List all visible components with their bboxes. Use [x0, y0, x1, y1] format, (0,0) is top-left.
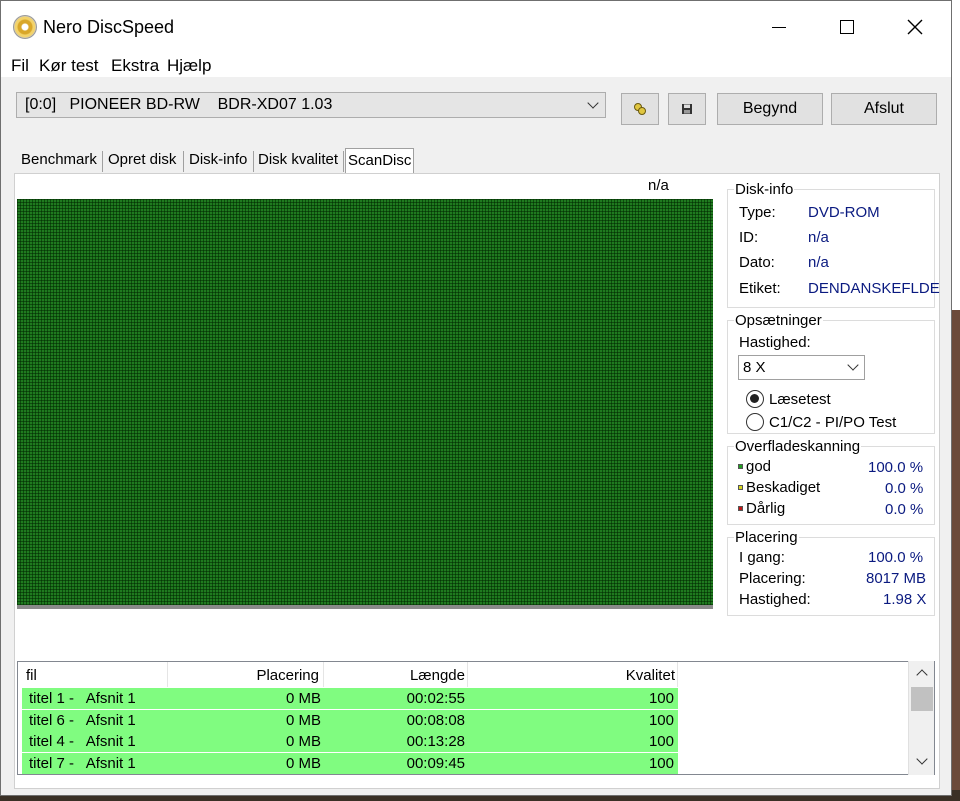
app-window: Nero DiscSpeed Fil Kør test Ekstra Hjælp… [0, 0, 952, 796]
scroll-down-icon[interactable] [916, 753, 928, 765]
refresh-drive-button[interactable] [621, 93, 659, 125]
cell-fil: titel 6 - Afsnit 1 [29, 712, 136, 729]
close-icon [907, 19, 923, 35]
cell-placering: 0 MB [285, 690, 321, 707]
c1c2-test-label: C1/C2 - PI/PO Test [769, 414, 897, 431]
tab-separator [183, 151, 184, 172]
title-bar[interactable]: Nero DiscSpeed [1, 1, 951, 53]
cell-laengde: 00:13:28 [406, 733, 465, 750]
cell-kvalitet: 100 [648, 690, 674, 707]
cell-fil: titel 1 - Afsnit 1 [29, 690, 136, 707]
tab-separator [102, 151, 103, 172]
save-button[interactable] [668, 93, 706, 125]
table-row[interactable]: titel 1 - Afsnit 1 0 MB 00:02:55 100 [22, 688, 678, 709]
cell-laengde: 00:08:08 [406, 712, 465, 729]
c1c2-test-radio[interactable] [746, 413, 764, 431]
cell-placering: 0 MB [285, 712, 321, 729]
chevron-down-icon [847, 359, 859, 371]
column-header-fil[interactable]: fil [26, 662, 168, 687]
read-test-label: Læsetest [769, 391, 831, 408]
position-title: Placering [734, 529, 799, 546]
good-label: god [746, 458, 772, 475]
window-title: Nero DiscSpeed [43, 17, 175, 37]
cell-laengde: 00:09:45 [406, 755, 465, 772]
bad-value: 0.0 % [885, 501, 924, 518]
menu-hjaelp[interactable]: Hjælp [167, 56, 211, 76]
cell-kvalitet: 100 [648, 733, 674, 750]
disk-id-label: ID: [739, 229, 759, 246]
tab-opret-disk[interactable]: Opret disk [106, 151, 178, 173]
nero-disc-icon [13, 15, 37, 39]
close-button[interactable] [881, 1, 949, 53]
minimize-icon [772, 26, 786, 28]
disk-date-value: n/a [808, 254, 829, 271]
column-header-placering[interactable]: Placering [168, 662, 324, 687]
cell-fil: titel 7 - Afsnit 1 [29, 755, 136, 772]
damaged-label: Beskadiget [746, 479, 821, 496]
disk-label-label: Etiket: [739, 280, 781, 297]
scan-status-label: n/a [648, 177, 669, 194]
tab-disk-info[interactable]: Disk-info [187, 151, 249, 173]
cell-fil: titel 4 - Afsnit 1 [29, 733, 136, 750]
tab-disk-kvalitet[interactable]: Disk kvalitet [256, 151, 340, 173]
damaged-legend-icon [738, 485, 743, 490]
speed-select[interactable]: 8 X [738, 355, 865, 380]
tab-benchmark[interactable]: Benchmark [19, 151, 99, 173]
current-speed-value: 1.98 X [883, 591, 927, 608]
progress-value: 100.0 % [868, 549, 924, 566]
cell-laengde: 00:02:55 [406, 690, 465, 707]
current-speed-label: Hastighed: [739, 591, 811, 608]
tab-scandisc[interactable]: ScanDisc [345, 148, 415, 174]
speed-label: Hastighed: [739, 334, 811, 351]
menu-bar: Fil Kør test Ekstra Hjælp [1, 53, 951, 77]
disk-type-label: Type: [739, 204, 776, 221]
bad-label: Dårlig [746, 500, 786, 517]
drive-select[interactable]: [0:0] PIONEER BD-RW BDR-XD07 1.03 [16, 92, 606, 118]
exit-button[interactable]: Afslut [831, 93, 937, 125]
speed-select-value: 8 X [743, 359, 766, 376]
column-header-kvalitet[interactable]: Kvalitet [468, 662, 678, 687]
position-label: Placering: [739, 570, 806, 587]
disk-label-value: DENDANSKEFLDE [808, 280, 940, 297]
chevron-down-icon [587, 97, 599, 109]
tab-separator [253, 151, 254, 172]
bad-legend-icon [738, 506, 743, 511]
damaged-value: 0.0 % [885, 480, 924, 497]
menu-fil[interactable]: Fil [11, 56, 29, 76]
tab-separator [343, 151, 344, 172]
table-row[interactable]: titel 4 - Afsnit 1 0 MB 00:13:28 100 [22, 731, 678, 752]
progress-label: I gang: [739, 549, 785, 566]
cell-kvalitet: 100 [648, 755, 674, 772]
refresh-icon [634, 103, 646, 115]
table-row[interactable]: titel 6 - Afsnit 1 0 MB 00:08:08 100 [22, 710, 678, 731]
cell-placering: 0 MB [285, 733, 321, 750]
cell-kvalitet: 100 [648, 712, 674, 729]
table-row[interactable]: titel 7 - Afsnit 1 0 MB 00:09:45 100 [22, 753, 678, 774]
table-scrollbar[interactable] [908, 661, 934, 775]
scroll-up-icon[interactable] [916, 669, 928, 681]
minimize-button[interactable] [745, 1, 813, 53]
good-value: 100.0 % [868, 459, 924, 476]
maximize-button[interactable] [813, 1, 881, 53]
disk-info-title: Disk-info [734, 181, 795, 198]
position-value: 8017 MB [866, 570, 927, 587]
disk-id-value: n/a [808, 229, 829, 246]
read-test-radio[interactable] [746, 390, 764, 408]
scrollbar-thumb[interactable] [911, 687, 933, 711]
menu-ekstra[interactable]: Ekstra [111, 56, 159, 76]
floppy-disk-icon [682, 104, 692, 114]
surface-scan-grid [17, 199, 713, 609]
surface-scan-title: Overfladeskanning [734, 438, 862, 455]
start-button[interactable]: Begynd [717, 93, 823, 125]
title-list-table: fil Placering Længde Kvalitet titel 1 - … [17, 661, 935, 775]
menu-koer-test[interactable]: Kør test [39, 56, 99, 76]
maximize-icon [840, 20, 854, 34]
settings-title: Opsætninger [734, 312, 823, 329]
disk-type-value: DVD-ROM [808, 204, 880, 221]
good-legend-icon [738, 464, 743, 469]
cell-placering: 0 MB [285, 755, 321, 772]
column-header-laengde[interactable]: Længde [324, 662, 468, 687]
drive-select-value: [0:0] PIONEER BD-RW BDR-XD07 1.03 [25, 96, 333, 113]
disk-date-label: Dato: [739, 254, 775, 271]
